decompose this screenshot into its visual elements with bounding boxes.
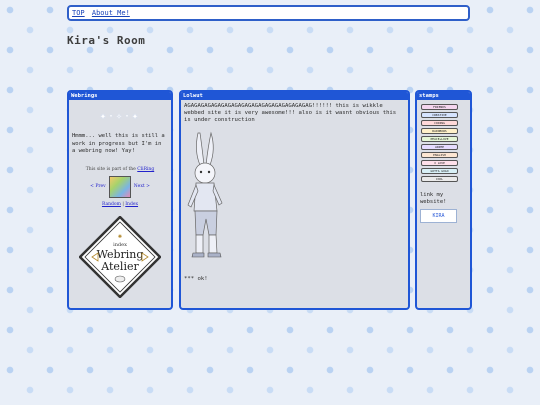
bunny-character-image: [187, 131, 223, 257]
webrings-description: Hmmm... well this is still a work in pro…: [72, 133, 165, 154]
ring-index-link[interactable]: Index: [125, 202, 138, 207]
stamp-button[interactable]: CODING: [421, 120, 458, 126]
stamp-list: FRIENDS CREATIVE CODING RAINBOWS PEACE+LOVE A…: [417, 104, 470, 182]
atelier-badge-graphic: ✺ index Webring Atelier: [78, 214, 162, 299]
lolwut-panel-header: Lolwut: [181, 92, 408, 100]
stamps-panel-header: stamps: [417, 92, 470, 100]
lolwut-footer-text: *** ok!: [184, 275, 208, 282]
ring-banner-image[interactable]: [108, 175, 131, 198]
stamp-button[interactable]: ANIME: [421, 144, 458, 150]
cliring-widget: This site is part of the CliRing < Prev …: [85, 166, 155, 207]
webrings-panel: Webrings ✦·✧·✦ Hmmm... well this is stil…: [67, 90, 173, 310]
stamp-button[interactable]: ENGLISH: [421, 152, 458, 158]
stamp-button[interactable]: PEACE+LOVE: [421, 136, 458, 142]
sparkle-banner: ✦·✧·✦: [99, 111, 141, 122]
nav-link-about[interactable]: About Me!: [92, 9, 130, 17]
stamps-panel: stamps FRIENDS CREATIVE CODING RAINBOWS PEAC…: [415, 90, 472, 310]
atelier-line2: Atelier: [100, 260, 139, 273]
lolwut-panel: Lolwut AGAGAGAGAGAGAGAGAGAGAGAGAGAGAGAGA…: [179, 90, 410, 310]
link-my-website-text: link my website!: [420, 192, 447, 205]
webrings-panel-header: Webrings: [69, 92, 171, 100]
svg-text:✺: ✺: [118, 234, 122, 240]
ring-caption: This site is part of the: [85, 166, 136, 172]
ring-random-link[interactable]: Random: [102, 202, 121, 207]
ring-prev-link[interactable]: < Prev: [90, 183, 106, 190]
lolwut-text: AGAGAGAGAGAGAGAGAGAGAGAGAGAGAGAGAGAGAG!!…: [184, 103, 397, 124]
stamp-button[interactable]: RAINBOWS: [421, 128, 458, 134]
stamp-button[interactable]: GOTTA GOGO: [421, 168, 458, 174]
stamp-button[interactable]: I LOVE: [421, 160, 458, 166]
nav-link-top[interactable]: TOP: [72, 9, 85, 17]
site-title: Kira's Room: [67, 34, 146, 47]
top-navigation: TOP About Me!: [67, 5, 470, 21]
stamp-button[interactable]: COOL: [421, 176, 458, 182]
ring-name-link[interactable]: CliRing: [137, 167, 154, 172]
webring-atelier-badge[interactable]: ✺ index Webring Atelier: [78, 214, 162, 299]
ring-next-link[interactable]: Next >: [134, 183, 150, 190]
stamp-button[interactable]: FRIENDS: [421, 104, 458, 110]
stamp-button[interactable]: CREATIVE: [421, 112, 458, 118]
my-site-stamp[interactable]: KIRA: [420, 209, 457, 223]
